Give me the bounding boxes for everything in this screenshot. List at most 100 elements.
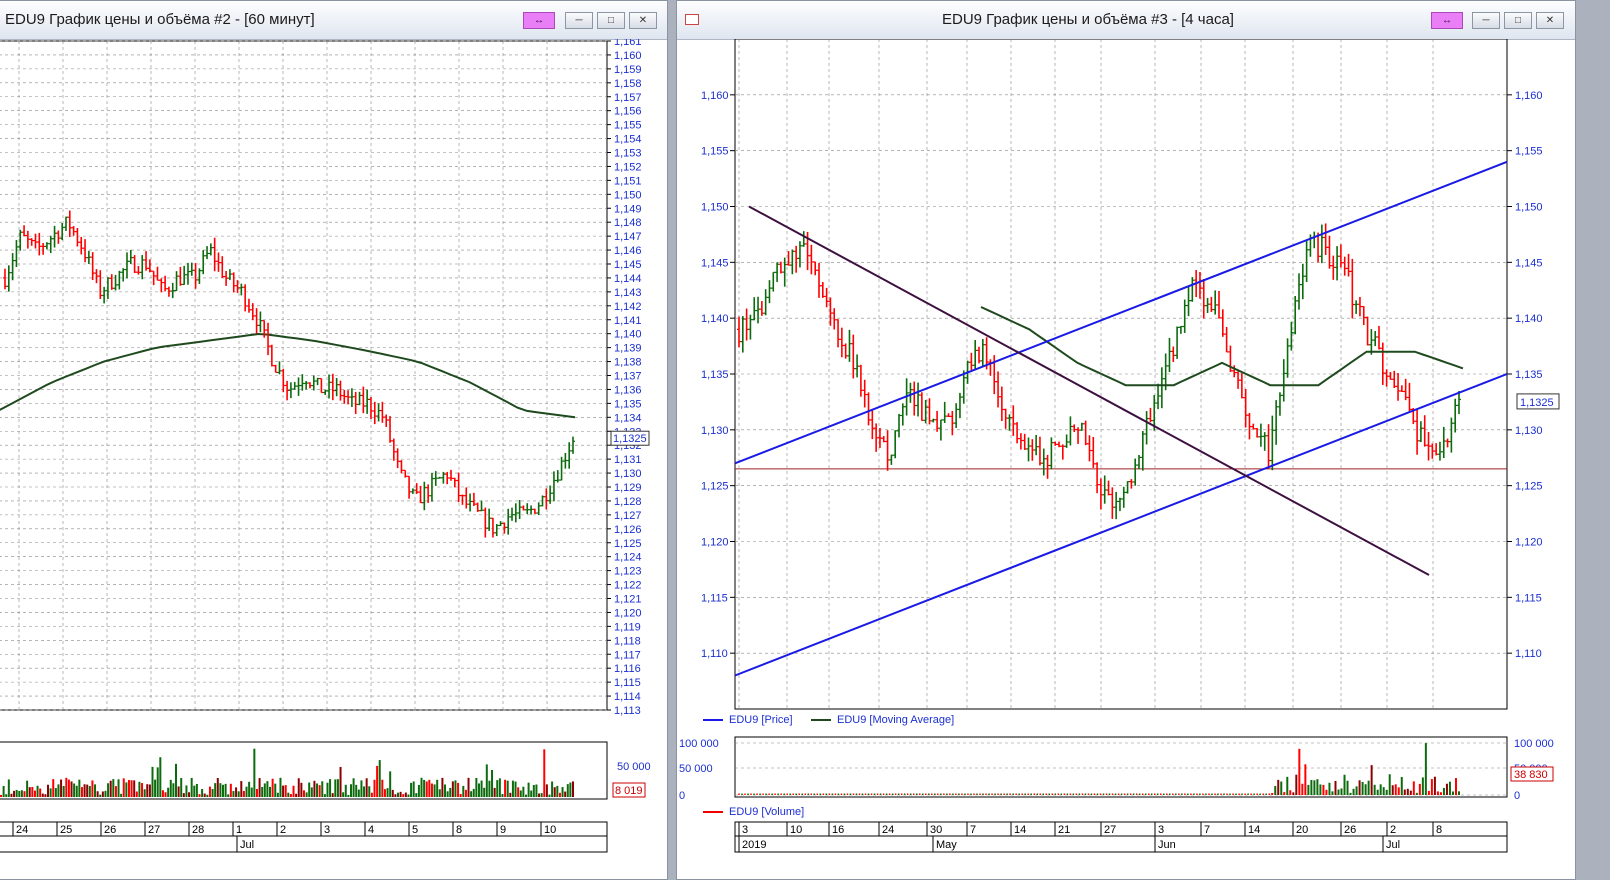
year-label: 2019 — [742, 839, 766, 851]
restore-icon[interactable]: □ — [1504, 12, 1532, 29]
y-tick-label: 1,143 — [614, 287, 642, 299]
y-tick-label: 1,125 — [1515, 481, 1543, 493]
y-tick-label: 1,115 — [614, 677, 641, 689]
month-label: Jun — [1158, 839, 1176, 851]
title-bar[interactable]: EDU9 График цены и объёма #3 - [4 часа] … — [677, 1, 1575, 40]
month-label: May — [936, 839, 957, 851]
y-tick-label: 1,142 — [614, 301, 642, 313]
y-tick-label: 1,126 — [614, 524, 642, 536]
x-tick-label: 30 — [930, 824, 942, 836]
y-tick-label: 1,150 — [1515, 202, 1543, 214]
volume-tick-label: 0 — [679, 790, 685, 802]
app-icon — [685, 14, 699, 25]
x-tick-label: 7 — [1204, 824, 1210, 836]
close-icon[interactable]: ✕ — [1536, 12, 1564, 29]
x-tick-label: 14 — [1014, 824, 1026, 836]
y-tick-label: 1,135 — [1515, 369, 1543, 381]
chart-window-left[interactable]: EDU9 График цены и объёма #2 - [60 минут… — [0, 0, 668, 880]
y-tick-label: 1,134 — [614, 412, 642, 424]
x-tick-label: 2 — [280, 824, 286, 836]
y-tick-label: 1,115 — [701, 592, 728, 604]
y-tick-label: 1,118 — [614, 635, 641, 647]
y-tick-label: 1,125 — [614, 538, 642, 550]
y-tick-label: 1,141 — [614, 315, 642, 327]
y-tick-label: 1,147 — [614, 231, 642, 243]
y-tick-label: 1,160 — [701, 90, 729, 102]
last-price-label: 1,1325 — [613, 433, 647, 445]
x-tick-label: 26 — [104, 824, 116, 836]
y-tick-label: 1,145 — [701, 257, 729, 269]
y-tick-label: 1,117 — [614, 649, 641, 661]
y-tick-label: 1,156 — [614, 106, 642, 118]
x-tick-label: 1 — [236, 824, 242, 836]
volume-plot-area — [734, 736, 1508, 798]
x-tick-label: 21 — [1058, 824, 1070, 836]
y-tick-label: 1,135 — [701, 369, 729, 381]
y-tick-label: 1,130 — [1515, 425, 1543, 437]
y-tick-label: 1,145 — [614, 259, 642, 271]
x-tick-label: 10 — [790, 824, 802, 836]
y-tick-label: 1,159 — [614, 64, 642, 76]
y-tick-label: 1,124 — [614, 552, 642, 564]
y-tick-label: 1,135 — [614, 398, 642, 410]
date-axis — [0, 821, 608, 853]
y-tick-label: 1,120 — [1515, 537, 1543, 549]
y-tick-label: 1,119 — [614, 621, 641, 633]
x-tick-label: 2 — [1390, 824, 1396, 836]
y-tick-label: 1,121 — [614, 594, 642, 606]
x-tick-label: 9 — [500, 824, 506, 836]
x-tick-label: 25 — [60, 824, 72, 836]
link-icon[interactable]: ↔ — [523, 12, 555, 29]
y-tick-label: 1,148 — [614, 217, 642, 229]
last-price-label: 1,1325 — [1520, 397, 1554, 409]
y-tick-label: 1,140 — [701, 313, 729, 325]
x-tick-label: 8 — [1436, 824, 1442, 836]
x-tick-label: 14 — [1248, 824, 1260, 836]
y-tick-label: 1,127 — [614, 510, 642, 522]
y-tick-label: 1,129 — [614, 482, 642, 494]
y-tick-label: 1,155 — [701, 146, 729, 158]
restore-icon[interactable]: □ — [597, 12, 625, 29]
y-tick-label: 1,146 — [614, 245, 642, 257]
price-volume-chart-60min[interactable]: 1,161 1,160 1,159 1,158 1,157 1,156 1,155 1,154… — [0, 39, 667, 879]
y-tick-label: 1,122 — [614, 580, 642, 592]
x-tick-label: 5 — [412, 824, 418, 836]
volume-last-label: 8 019 — [615, 785, 643, 797]
y-tick-label: 1,120 — [701, 537, 729, 549]
x-tick-label: 27 — [1104, 824, 1116, 836]
y-tick-label: 1,158 — [614, 78, 642, 90]
minimize-icon[interactable]: ─ — [1472, 12, 1500, 29]
y-tick-label: 1,151 — [614, 175, 642, 187]
legend-volume: EDU9 [Volume] — [703, 806, 804, 818]
window-title: EDU9 График цены и объёма #2 - [60 минут… — [5, 11, 315, 28]
minimize-icon[interactable]: ─ — [565, 12, 593, 29]
y-tick-label: 1,160 — [614, 50, 642, 62]
y-tick-label: 1,128 — [614, 496, 642, 508]
volume-tick-label: 50 000 — [679, 763, 713, 775]
chart-window-right[interactable]: EDU9 График цены и объёма #3 - [4 часа] … — [676, 0, 1576, 880]
y-tick-label: 1,123 — [614, 566, 642, 578]
link-icon[interactable]: ↔ — [1431, 12, 1463, 29]
x-tick-label: 24 — [882, 824, 894, 836]
close-icon[interactable]: ✕ — [629, 12, 657, 29]
title-bar[interactable]: EDU9 График цены и объёма #2 - [60 минут… — [0, 1, 667, 40]
x-tick-label: 10 — [544, 824, 556, 836]
x-tick-label: 20 — [1296, 824, 1308, 836]
x-tick-label: 3 — [742, 824, 748, 836]
y-tick-label: 1,155 — [1515, 146, 1543, 158]
price-volume-chart-4h[interactable]: 1,160 1,160 1,155 1,155 1,150 1,150 1,145 1,145… — [677, 39, 1576, 879]
volume-tick-label: 100 000 — [1514, 738, 1554, 750]
y-tick-label: 1,138 — [614, 357, 642, 369]
x-tick-label: 26 — [1344, 824, 1356, 836]
y-tick-label: 1,152 — [614, 161, 642, 173]
y-tick-label: 1,137 — [614, 371, 642, 383]
x-tick-label: 8 — [456, 824, 462, 836]
y-tick-label: 1,139 — [614, 343, 642, 355]
y-tick-label: 1,150 — [701, 202, 729, 214]
y-tick-label: 1,157 — [614, 92, 642, 104]
x-tick-label: 3 — [324, 824, 330, 836]
y-tick-label: 1,154 — [614, 134, 642, 146]
y-tick-label: 1,140 — [1515, 313, 1543, 325]
y-tick-label: 1,116 — [614, 663, 641, 675]
x-tick-label: 16 — [832, 824, 844, 836]
